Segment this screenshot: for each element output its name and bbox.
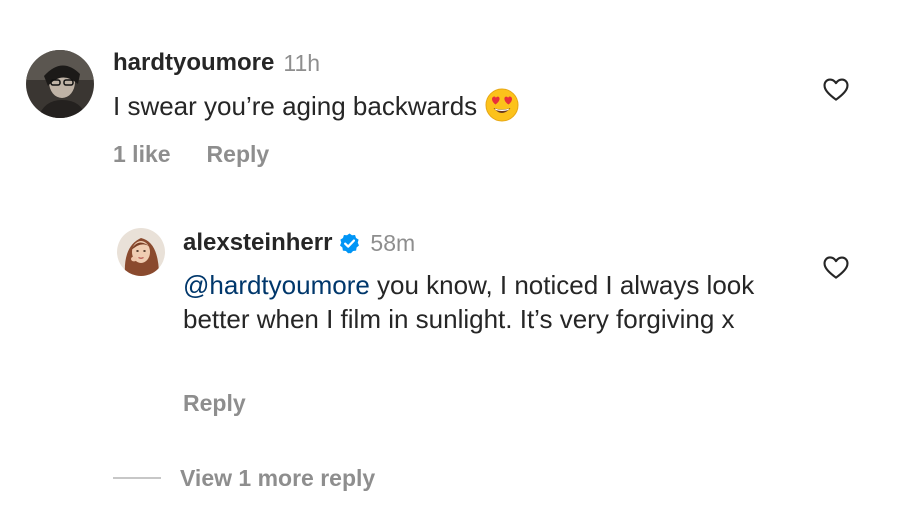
timestamp: 58m [370, 229, 416, 256]
comment-meta: 1 like Reply [113, 139, 269, 169]
mention-link[interactable]: @hardtyoumore [183, 270, 370, 300]
heart-icon[interactable] [821, 252, 851, 282]
comment-header: alexsteinherr 58m [183, 228, 415, 258]
heart-icon[interactable] [821, 74, 851, 104]
avatar[interactable] [26, 50, 94, 118]
view-more-replies-button[interactable]: View 1 more reply [113, 462, 375, 494]
comment-body: I swear you’re aging backwards [113, 91, 478, 121]
username[interactable]: hardtyoumore [113, 49, 274, 77]
comment-meta: Reply [183, 388, 246, 418]
view-more-replies-label: View 1 more reply [180, 464, 376, 491]
verified-badge-icon [338, 232, 361, 255]
divider [113, 477, 161, 479]
comment-text: @hardtyoumore you know, I noticed I alwa… [183, 268, 813, 336]
comment-header: hardtyoumore 11h [113, 48, 320, 78]
username[interactable]: alexsteinherr [183, 229, 332, 257]
heart-eyes-emoji-icon [485, 88, 519, 122]
like-count[interactable]: 1 like [113, 141, 171, 168]
timestamp: 11h [283, 49, 321, 76]
comment-text: I swear you’re aging backwards [113, 88, 519, 123]
reply-button[interactable]: Reply [207, 141, 270, 168]
reply-button[interactable]: Reply [183, 390, 246, 417]
avatar[interactable] [117, 228, 165, 276]
